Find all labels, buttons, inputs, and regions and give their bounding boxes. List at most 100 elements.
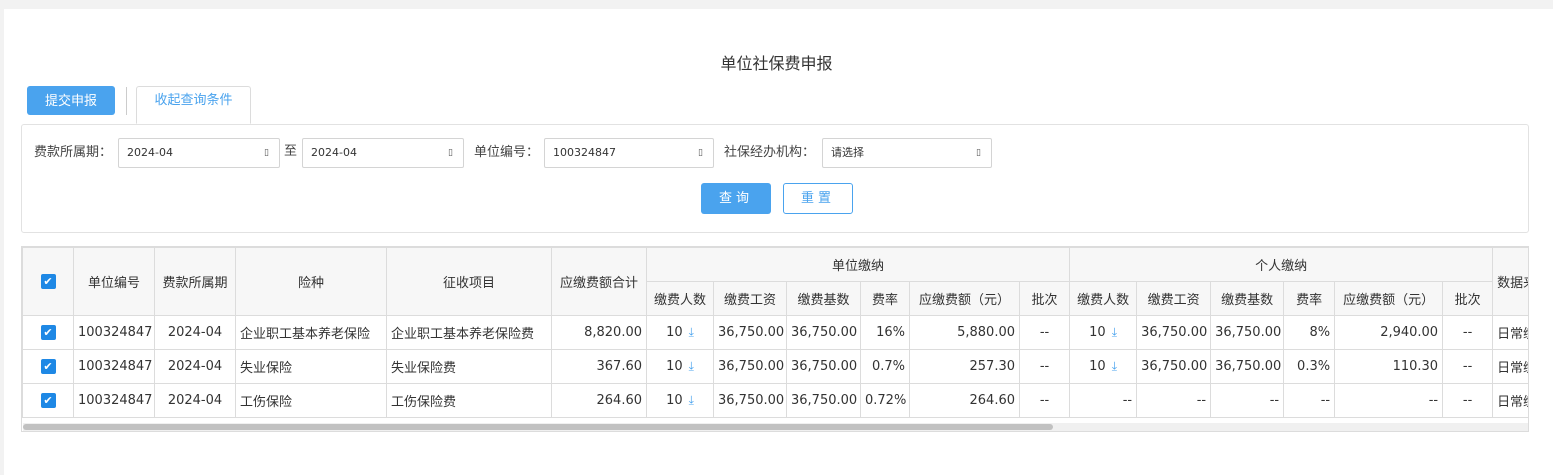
cell-unit-batch: --: [1018, 315, 1071, 350]
cell-data-source: 日常缴: [1492, 383, 1528, 418]
cell-unit-wage: 36,750.00: [713, 315, 787, 350]
download-icon[interactable]: ⤓: [689, 393, 694, 407]
personal-payer-count-value: 10: [1089, 359, 1106, 374]
header-personal-payer-count: 缴费人数: [1069, 281, 1138, 316]
cell-unit-payer-count: 10 ⤓: [646, 315, 714, 350]
header-unit-wage: 缴费工资: [713, 281, 787, 316]
header-personal-group: 个人缴纳: [1069, 247, 1494, 282]
cell-period: 2024-04: [154, 349, 236, 384]
download-icon[interactable]: ⤓: [1112, 359, 1117, 373]
table-row: ✔ 100324847 2024-04 工伤保险 工伤保险费 264.60 10…: [22, 383, 1528, 418]
cell-personal-base: 36,750.00: [1210, 315, 1285, 350]
cell-unit-rate: 0.72%: [860, 383, 910, 418]
submit-declaration-button[interactable]: 提交申报: [27, 86, 115, 115]
cell-personal-due: 110.30: [1334, 349, 1444, 384]
download-icon[interactable]: ⤓: [689, 325, 694, 339]
period-end-input[interactable]: 2024-04 ▯: [302, 138, 464, 168]
header-unit-rate: 费率: [860, 281, 910, 316]
cell-total-due: 264.60: [551, 383, 647, 418]
tab-collapse-query[interactable]: 收起查询条件: [136, 86, 251, 124]
unit-payer-count-value: 10: [666, 359, 683, 374]
header-personal-rate: 费率: [1283, 281, 1336, 316]
scrollbar-thumb[interactable]: [23, 424, 1053, 430]
select-all-cell: ✔: [22, 247, 74, 316]
cell-collection-item: 企业职工基本养老保险费: [386, 315, 552, 350]
row-select-cell: ✔: [22, 315, 74, 350]
cell-period: 2024-04: [154, 315, 236, 350]
cell-insurance-type: 工伤保险: [235, 383, 387, 418]
cell-personal-rate: 0.3%: [1283, 349, 1336, 384]
query-panel: 费款所属期： 2024-04 ▯ 至 2024-04 ▯ 单位编号： 10032…: [21, 124, 1529, 233]
cell-unit-base: 36,750.00: [786, 315, 861, 350]
cell-unit-code: 100324847: [73, 315, 155, 350]
header-total-due: 应缴费额合计: [551, 247, 647, 316]
cell-unit-base: 36,750.00: [786, 383, 861, 418]
header-personal-batch: 批次: [1442, 281, 1494, 316]
cell-personal-wage: --: [1136, 383, 1212, 418]
period-to-label: 至: [284, 144, 298, 159]
header-unit-payer-count: 缴费人数: [646, 281, 714, 316]
cell-personal-batch: --: [1442, 315, 1494, 350]
header-personal-wage: 缴费工资: [1136, 281, 1212, 316]
cell-data-source: 日常缴: [1492, 315, 1528, 350]
cell-personal-payer-count: --: [1069, 383, 1138, 418]
row-checkbox[interactable]: ✔: [40, 393, 56, 408]
cell-unit-due: 257.30: [909, 349, 1020, 384]
unit-code-select[interactable]: 100324847 ▯: [544, 138, 714, 168]
cell-personal-wage: 36,750.00: [1136, 349, 1212, 384]
period-end-value: 2024-04: [311, 146, 357, 159]
calendar-icon: ▯: [448, 148, 453, 158]
dropdown-icon: ▯: [976, 148, 981, 158]
agency-select[interactable]: 请选择 ▯: [822, 138, 992, 168]
toolbar-divider: [126, 87, 127, 115]
cell-unit-rate: 16%: [860, 315, 910, 350]
download-icon[interactable]: ⤓: [1112, 325, 1117, 339]
cell-unit-due: 264.60: [909, 383, 1020, 418]
row-select-cell: ✔: [22, 349, 74, 384]
calendar-icon: ▯: [264, 148, 269, 158]
cell-insurance-type: 企业职工基本养老保险: [235, 315, 387, 350]
header-collection-item: 征收项目: [386, 247, 552, 316]
cell-total-due: 8,820.00: [551, 315, 647, 350]
declaration-table: ✔ 单位编号 费款所属期 险种 征收项目 应缴费额合计 单位缴纳 个人缴纳 数据…: [21, 246, 1529, 432]
header-unit-group: 单位缴纳: [645, 247, 1071, 282]
cell-personal-batch: --: [1442, 383, 1494, 418]
unit-code-value: 100324847: [553, 146, 616, 159]
query-button[interactable]: 查询: [701, 183, 771, 214]
cell-personal-due: 2,940.00: [1334, 315, 1444, 350]
cell-personal-payer-count: 10 ⤓: [1069, 349, 1138, 384]
select-all-checkbox[interactable]: ✔: [40, 274, 56, 289]
cell-collection-item: 失业保险费: [386, 349, 552, 384]
cell-unit-rate: 0.7%: [860, 349, 910, 384]
unit-code-label: 单位编号：: [474, 145, 540, 160]
table-row: ✔ 100324847 2024-04 失业保险 失业保险费 367.60 10…: [22, 349, 1528, 384]
cell-data-source: 日常缴: [1492, 349, 1528, 384]
cell-personal-payer-count: 10 ⤓: [1069, 315, 1138, 350]
cell-unit-wage: 36,750.00: [713, 383, 787, 418]
header-unit-base: 缴费基数: [786, 281, 861, 316]
cell-unit-due: 5,880.00: [909, 315, 1020, 350]
cell-personal-batch: --: [1442, 349, 1494, 384]
row-checkbox[interactable]: ✔: [40, 359, 56, 374]
cell-unit-batch: --: [1018, 349, 1071, 384]
unit-payer-count-value: 10: [666, 393, 683, 408]
download-icon[interactable]: ⤓: [689, 359, 694, 373]
period-label: 费款所属期：: [34, 145, 113, 160]
cell-personal-rate: 8%: [1283, 315, 1336, 350]
header-personal-due: 应缴费额（元）: [1334, 281, 1444, 316]
unit-payer-count-value: 10: [666, 325, 683, 340]
period-start-input[interactable]: 2024-04 ▯: [118, 138, 280, 168]
horizontal-scrollbar[interactable]: [23, 423, 1528, 431]
reset-button[interactable]: 重置: [783, 183, 853, 214]
header-insurance-type: 险种: [235, 247, 387, 316]
cell-collection-item: 工伤保险费: [386, 383, 552, 418]
page-title: 单位社保费申报: [720, 54, 833, 73]
table-row: ✔ 100324847 2024-04 企业职工基本养老保险 企业职工基本养老保…: [22, 315, 1528, 350]
agency-label: 社保经办机构：: [724, 145, 816, 160]
header-period: 费款所属期: [154, 247, 236, 316]
cell-unit-wage: 36,750.00: [713, 349, 787, 384]
row-checkbox[interactable]: ✔: [40, 325, 56, 340]
cell-unit-batch: --: [1018, 383, 1071, 418]
header-personal-base: 缴费基数: [1210, 281, 1285, 316]
cell-personal-base: --: [1210, 383, 1285, 418]
